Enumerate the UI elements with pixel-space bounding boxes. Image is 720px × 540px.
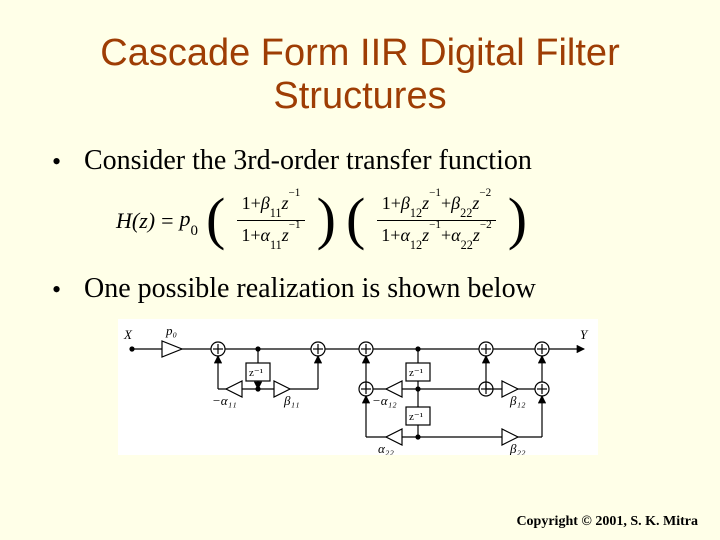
- equation-block: H(z) = p0 ( 1+β11z−1 1+α11z−1 ) ( 1+β12z…: [116, 191, 674, 250]
- eq-equals: =: [161, 208, 173, 234]
- label-beta22: β₂₂: [509, 441, 526, 455]
- label-beta12: β₁₂: [509, 393, 526, 408]
- label-neg-alpha12: −α₁₂: [372, 393, 397, 408]
- label-X: X: [123, 327, 133, 342]
- label-delay-2: z⁻¹: [409, 367, 423, 379]
- label-Y: Y: [580, 327, 589, 342]
- signal-flow-diagram: X Y p₀ z⁻¹ z⁻¹ z⁻¹ −α₁₁ β₁₁ −α₁₂ β₁₂ α₂₂…: [118, 319, 598, 455]
- label-delay-1: z⁻¹: [249, 367, 263, 379]
- bullet-1: • Consider the 3rd-order transfer functi…: [52, 145, 674, 177]
- eq-p0: p0: [180, 206, 198, 236]
- bullet-2: • One possible realization is shown belo…: [52, 273, 674, 305]
- label-beta11: β₁₁: [283, 393, 300, 408]
- bullet-1-text: Consider the 3rd-order transfer function: [84, 145, 532, 177]
- label-alpha22: α₂₂: [378, 441, 394, 455]
- label-neg-alpha11: −α₁₁: [212, 393, 237, 408]
- bullet-dot-icon: •: [52, 145, 70, 177]
- bullet-dot-icon: •: [52, 273, 70, 305]
- copyright-footer: Copyright © 2001, S. K. Mitra: [516, 514, 698, 530]
- slide-title: Cascade Form IIR Digital Filter Structur…: [46, 32, 674, 117]
- eq-lhs: H(z): [116, 208, 155, 234]
- label-delay-3: z⁻¹: [409, 411, 423, 423]
- eq-frac-1: 1+β11z−1 1+α11z−1: [233, 191, 308, 250]
- label-p0: p₀: [165, 323, 177, 338]
- eq-frac-2: 1+β12z−1+β22z−2 1+α12z−1+α22z−2: [373, 191, 499, 250]
- bullet-2-text: One possible realization is shown below: [84, 273, 536, 305]
